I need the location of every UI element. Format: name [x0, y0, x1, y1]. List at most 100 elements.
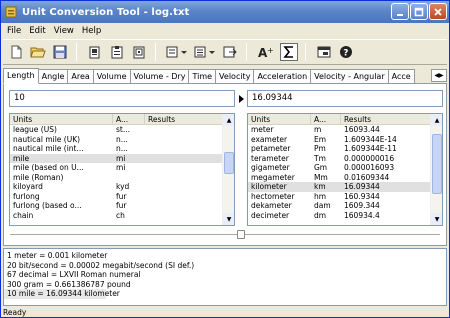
cell-units: terameter — [251, 153, 289, 163]
history-back-icon[interactable] — [165, 43, 189, 61]
scroll-thumb[interactable] — [432, 134, 442, 194]
column-header-units[interactable]: Units — [248, 114, 311, 124]
from-value-input[interactable]: 10 — [9, 90, 235, 107]
list-item[interactable]: meter m 16093.44 — [248, 125, 442, 135]
cell-results — [145, 144, 223, 154]
tab-volume-dry[interactable]: Volume - Dry — [129, 69, 190, 84]
toolbar-separator — [155, 43, 156, 61]
svg-text:?: ? — [343, 49, 348, 59]
list-item[interactable]: mile (based on U... mi — [10, 163, 234, 173]
window-icon[interactable] — [315, 43, 333, 61]
to-list-scrollbar[interactable]: ▲ ▼ — [430, 114, 442, 225]
list-item[interactable]: gigameter Gm 0.000016093 — [248, 163, 442, 173]
list-item[interactable]: kilometer km 16.09344 — [248, 182, 442, 192]
tab-velocity-angular[interactable]: Velocity - Angular — [310, 69, 389, 84]
close-button[interactable] — [429, 3, 447, 20]
cell-units: exameter — [251, 134, 288, 144]
open-folder-icon[interactable] — [29, 43, 47, 61]
history-line[interactable]: 300 gram = 0.661386787 pound — [7, 280, 446, 290]
cell-results — [145, 125, 223, 135]
maximize-button[interactable] — [410, 3, 428, 20]
toolbar-separator — [305, 43, 306, 61]
list-item[interactable]: dekameter dam 1609.344 — [248, 201, 442, 211]
copy-icon[interactable] — [86, 43, 104, 61]
menu-view[interactable]: View — [50, 26, 78, 36]
tab-area[interactable]: Area — [67, 69, 94, 84]
column-header-abbr[interactable]: A... — [113, 114, 145, 124]
tab-volume[interactable]: Volume — [92, 69, 131, 84]
list-item[interactable]: nautical mile (UK) n... — [10, 135, 234, 145]
list-item[interactable]: furlong fur — [10, 192, 234, 202]
column-header-results[interactable]: Results — [145, 114, 223, 124]
list-item[interactable]: nautical mile (int... n... — [10, 144, 234, 154]
paste-icon[interactable] — [130, 43, 148, 61]
list-item[interactable]: petameter Pm 1.609344E-11 — [248, 144, 442, 154]
conversion-panel: 10 16.09344 Units A... Results league (U… — [3, 83, 447, 246]
list-item[interactable]: exameter Em 1.609344E-14 — [248, 135, 442, 145]
tab-time[interactable]: Time — [188, 69, 217, 84]
help-icon[interactable]: ? — [337, 43, 355, 61]
font-size-icon[interactable]: A + — [256, 43, 276, 61]
tab-scroll-buttons[interactable]: ◀ ▶ — [431, 69, 447, 82]
minimize-button[interactable] — [391, 3, 409, 20]
conversion-history[interactable]: 1 meter = 0.001 kilometer 20 bit/second … — [3, 248, 447, 306]
tab-acceleration[interactable]: Acceleration — [253, 69, 312, 84]
list-item[interactable]: hectometer hm 160.9344 — [248, 192, 442, 202]
column-header-units[interactable]: Units — [10, 114, 113, 124]
to-value-output[interactable]: 16.09344 — [247, 90, 443, 107]
list-item[interactable]: mile mi — [10, 153, 234, 164]
cell-results — [145, 173, 223, 183]
menu-file[interactable]: File — [3, 26, 25, 36]
tab-angle[interactable]: Angle — [37, 69, 69, 84]
export-icon[interactable] — [221, 43, 239, 61]
scroll-up-icon[interactable]: ▲ — [431, 114, 442, 126]
tab-scroll-right-icon[interactable]: ▶ — [439, 72, 444, 79]
list-item[interactable]: furlong (based o... fur — [10, 201, 234, 211]
cell-abbr: mi — [116, 153, 126, 163]
cell-units: nautical mile (UK) — [13, 134, 81, 144]
column-header-results[interactable]: Results — [341, 114, 431, 124]
cell-abbr: Tm — [314, 153, 326, 163]
menu-edit[interactable]: Edit — [25, 26, 49, 36]
list-item[interactable]: decimeter dm 160934.4 — [248, 211, 442, 221]
list-item[interactable]: league (US) st... — [10, 125, 234, 135]
menu-help[interactable]: Help — [78, 26, 105, 36]
tab-length[interactable]: Length — [3, 68, 39, 84]
history-line-selected[interactable]: 10 mile = 16.09344 kilometer — [4, 289, 120, 299]
list-item[interactable]: kiloyard kyd — [10, 182, 234, 192]
splitter-handle[interactable] — [237, 230, 245, 239]
cell-results: 16093.44 — [344, 125, 380, 134]
cell-results: 160934.4 — [344, 210, 380, 220]
column-header-abbr[interactable]: A... — [311, 114, 341, 124]
tab-acceleration-angular[interactable]: Acce — [387, 69, 415, 84]
history-list-icon[interactable] — [193, 43, 217, 61]
cell-units: hectometer — [251, 191, 295, 201]
list-item[interactable]: megameter Mm 0.01609344 — [248, 173, 442, 183]
cell-abbr: m — [314, 125, 322, 134]
new-file-icon[interactable] — [7, 43, 25, 61]
clipboard-icon[interactable] — [108, 43, 126, 61]
scroll-up-icon[interactable]: ▲ — [223, 114, 234, 126]
from-units-list[interactable]: Units A... Results league (US) st... nauti… — [9, 113, 235, 226]
scroll-down-icon[interactable]: ▼ — [223, 213, 234, 225]
history-line[interactable]: 67 decimal = LXVII Roman numeral — [7, 270, 446, 280]
close-icon — [434, 7, 442, 16]
history-line[interactable]: 20 bit/second = 0.00002 megabit/second (… — [7, 261, 446, 271]
list-item[interactable]: mile (Roman) — [10, 173, 234, 183]
convert-arrow-icon — [239, 95, 244, 103]
cell-abbr: n... — [116, 134, 128, 144]
from-list-scrollbar[interactable]: ▲ ▼ — [222, 114, 234, 225]
save-icon[interactable] — [51, 43, 69, 61]
scroll-down-icon[interactable]: ▼ — [431, 213, 442, 225]
cell-abbr: dm — [314, 210, 327, 220]
to-units-list[interactable]: Units A... Results meter m 16093.44 examete… — [247, 113, 443, 226]
list-item[interactable]: chain ch — [10, 211, 234, 221]
cell-abbr: kyd — [116, 182, 130, 191]
list-item[interactable]: terameter Tm 0.000000016 — [248, 154, 442, 164]
scroll-thumb[interactable] — [224, 152, 234, 174]
history-line[interactable]: 1 meter = 0.001 kilometer — [7, 251, 446, 261]
cell-abbr: fur — [116, 191, 127, 201]
cell-results — [145, 154, 223, 164]
sum-icon[interactable] — [280, 43, 298, 61]
tab-velocity[interactable]: Velocity — [215, 69, 255, 84]
